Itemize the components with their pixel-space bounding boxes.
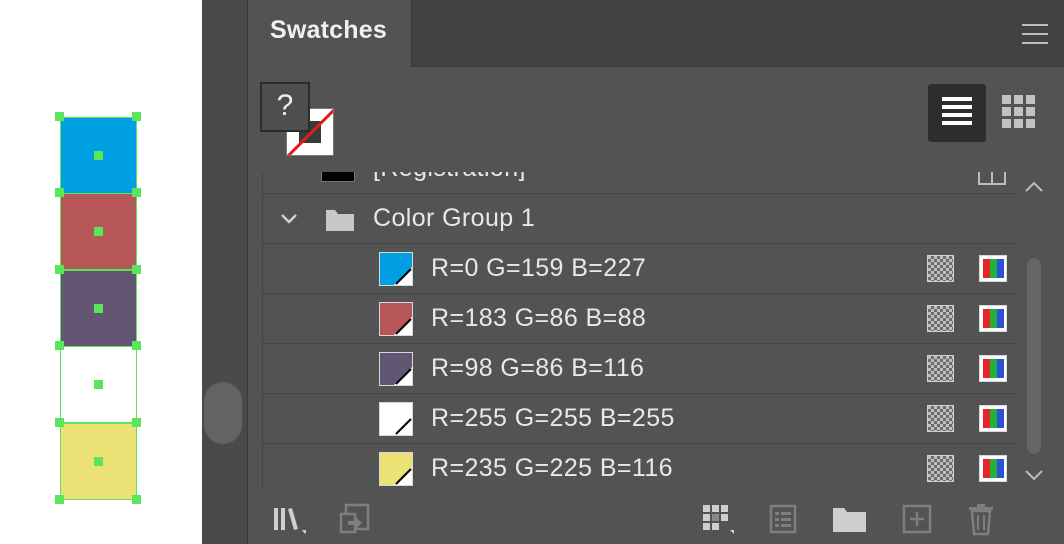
panel-dock-bar — [202, 0, 248, 544]
list-view-icon — [942, 97, 972, 125]
process-color-icon — [927, 355, 954, 382]
center-point — [94, 304, 103, 313]
selection-handle[interactable] — [55, 265, 64, 274]
rgb-mode-icon — [979, 305, 1007, 332]
question-mark-icon: ? — [276, 89, 294, 122]
swatch-name: R=98 G=86 B=116 — [431, 354, 645, 382]
registration-icon — [978, 172, 1006, 185]
selection-handle[interactable] — [132, 341, 141, 350]
swatch-chip — [379, 452, 413, 486]
view-toggle — [928, 84, 1052, 142]
fill-stroke-chips: ? — [260, 82, 340, 162]
center-point — [94, 380, 103, 389]
swatch-chip — [379, 402, 413, 436]
list-item[interactable]: [Registration] — [263, 172, 1018, 194]
new-color-group-icon[interactable] — [832, 502, 866, 536]
rgb-mode-icon — [979, 255, 1007, 282]
swatch-name: R=183 G=86 B=88 — [431, 304, 647, 332]
delete-swatch-icon[interactable] — [964, 502, 998, 536]
panel-tab-bar: Swatches — [248, 0, 1064, 68]
process-color-icon — [927, 305, 954, 332]
selection-handle[interactable] — [55, 495, 64, 504]
thumbnail-view-button[interactable] — [990, 84, 1048, 142]
swatch-name: R=0 G=159 B=227 — [431, 254, 647, 282]
chevron-down-icon[interactable] — [1024, 468, 1044, 482]
swatch-chip — [379, 302, 413, 336]
selection-handle[interactable] — [132, 418, 141, 427]
chevron-down-icon[interactable] — [279, 209, 299, 229]
registration-swatch-chip — [321, 172, 355, 182]
show-swatch-kinds-icon[interactable] — [700, 502, 734, 536]
color-group-row[interactable]: Color Group 1 — [263, 194, 1018, 244]
list-item[interactable]: R=0 G=159 B=227 — [263, 244, 1018, 294]
swatch-name: R=255 G=255 B=255 — [431, 404, 675, 432]
swatch-libraries-icon[interactable] — [272, 502, 306, 536]
fill-chip-unknown[interactable]: ? — [260, 82, 310, 132]
panel-menu-icon[interactable] — [1022, 24, 1048, 44]
color-group-name: Color Group 1 — [373, 204, 536, 232]
swatch-chip — [379, 352, 413, 386]
list-item[interactable]: R=255 G=255 B=255 — [263, 394, 1018, 444]
tab-swatches[interactable]: Swatches — [248, 0, 412, 68]
swatches-list[interactable]: [Registration] Color Group 1 — [262, 172, 1018, 490]
selection-handle[interactable] — [55, 188, 64, 197]
place-swatch-icon[interactable] — [338, 502, 372, 536]
selection-handle[interactable] — [55, 341, 64, 350]
center-point — [94, 457, 103, 466]
swatch-options-icon[interactable] — [766, 502, 800, 536]
swatch-chip — [379, 252, 413, 286]
process-color-icon — [927, 455, 954, 482]
list-item[interactable]: R=183 G=86 B=88 — [263, 294, 1018, 344]
process-color-icon — [927, 405, 954, 432]
folder-icon — [326, 210, 354, 231]
rgb-mode-icon — [979, 455, 1007, 482]
selection-handle[interactable] — [132, 495, 141, 504]
list-item[interactable]: R=98 G=86 B=116 — [263, 344, 1018, 394]
center-point — [94, 227, 103, 236]
selection-handle[interactable] — [132, 188, 141, 197]
rgb-mode-icon — [979, 355, 1007, 382]
rgb-mode-icon — [979, 405, 1007, 432]
swatch-name: R=235 G=225 B=116 — [431, 454, 673, 482]
selection-handle[interactable] — [132, 265, 141, 274]
list-scrollbar[interactable] — [1020, 172, 1048, 490]
artboard-canvas[interactable] — [0, 0, 202, 544]
chevron-up-icon[interactable] — [1024, 180, 1044, 194]
grid-view-icon — [1002, 95, 1035, 128]
selection-handle[interactable] — [55, 112, 64, 121]
center-point — [94, 151, 103, 160]
swatches-panel: Swatches ? Color Group 1 R=0 G=159 B=227… — [248, 0, 1064, 544]
dock-scroll-thumb[interactable] — [204, 382, 242, 444]
panel-bottom-toolbar — [248, 494, 1064, 544]
process-color-icon — [927, 255, 954, 282]
tab-label: Swatches — [270, 16, 387, 44]
selection-handle[interactable] — [55, 418, 64, 427]
swatch-name: [Registration] — [373, 172, 526, 183]
app-root: Swatches ? Color Group 1 R=0 G=159 B=227… — [0, 0, 1064, 544]
list-view-button[interactable] — [928, 84, 986, 142]
selection-handle[interactable] — [132, 112, 141, 121]
list-item[interactable]: R=235 G=225 B=116 — [263, 444, 1018, 490]
scroll-thumb[interactable] — [1027, 258, 1041, 454]
new-swatch-icon[interactable] — [900, 502, 934, 536]
